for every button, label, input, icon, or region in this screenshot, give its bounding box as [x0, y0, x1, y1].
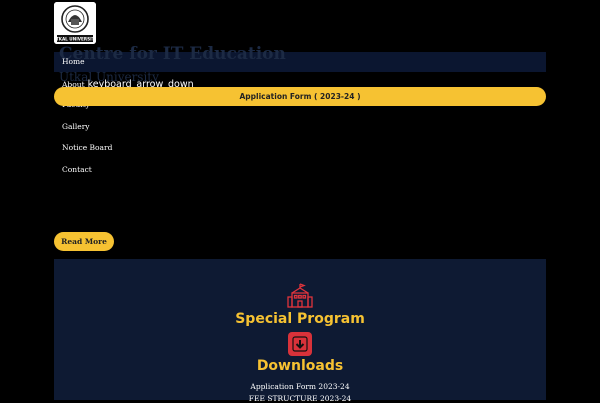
- download-link-fee-structure[interactable]: FEE STRUCTURE 2023-24: [0, 394, 600, 403]
- download-icon: [288, 332, 312, 356]
- downloads-heading: Downloads: [256, 358, 344, 374]
- site-title[interactable]: Centre for IT Education: [59, 44, 286, 64]
- nav-label: Gallery: [62, 122, 90, 131]
- download-link-application-form[interactable]: Application Form 2023-24: [0, 382, 600, 391]
- nav-item-notice-board[interactable]: Notice Board: [62, 143, 112, 152]
- nav-label: Home: [62, 57, 85, 66]
- read-more-label: Read More: [61, 237, 107, 246]
- building-icon: [287, 283, 313, 308]
- application-form-label: Application Form ( 2023-24 ): [239, 92, 361, 101]
- application-form-button[interactable]: Application Form ( 2023-24 ): [54, 87, 546, 106]
- nav-item-home[interactable]: Home: [62, 57, 85, 66]
- nav-item-gallery[interactable]: Gallery: [62, 122, 90, 131]
- nav-item-contact[interactable]: Contact: [62, 165, 92, 174]
- nav-label: Contact: [62, 165, 92, 174]
- info-panel: [54, 259, 546, 400]
- read-more-button[interactable]: Read More: [54, 232, 114, 251]
- university-logo[interactable]: UTKAL UNIVERSITY: [54, 2, 96, 44]
- svg-text:UTKAL UNIVERSITY: UTKAL UNIVERSITY: [54, 37, 96, 42]
- university-seal-icon: UTKAL UNIVERSITY: [54, 2, 96, 44]
- special-program-heading: Special Program: [235, 311, 365, 327]
- nav-label: Notice Board: [62, 143, 113, 152]
